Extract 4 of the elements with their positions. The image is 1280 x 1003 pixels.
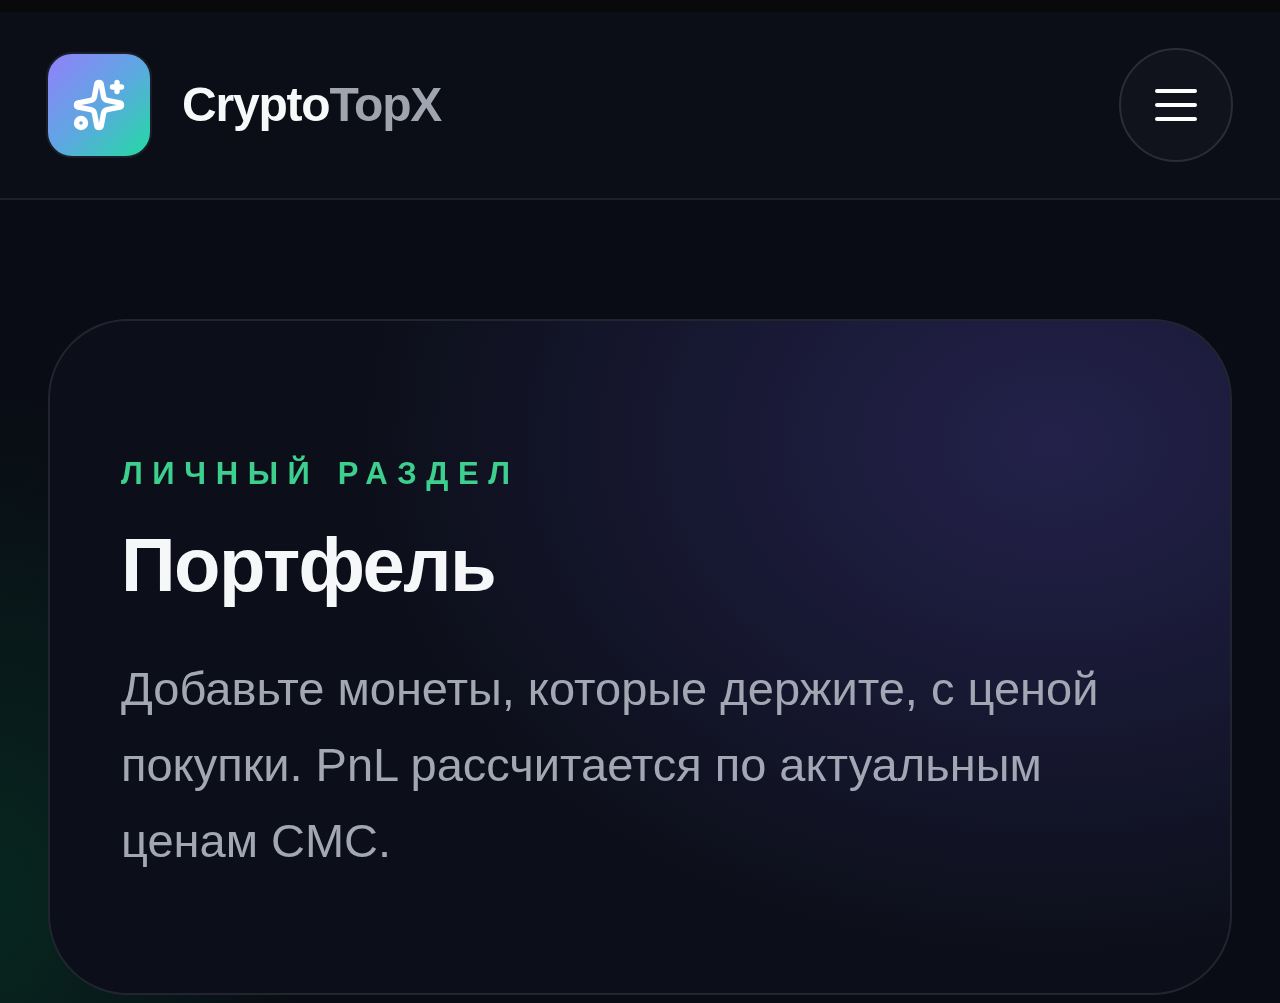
sparkle-logo-icon[interactable] — [46, 52, 152, 158]
page-description: Добавьте монеты, которые держите, с ценой покупки. PnL рассчитается по актуальным ценам CMC. — [121, 661, 1100, 869]
brand-name[interactable]: CryptoTopX — [182, 81, 442, 129]
menu-icon — [1155, 88, 1197, 122]
